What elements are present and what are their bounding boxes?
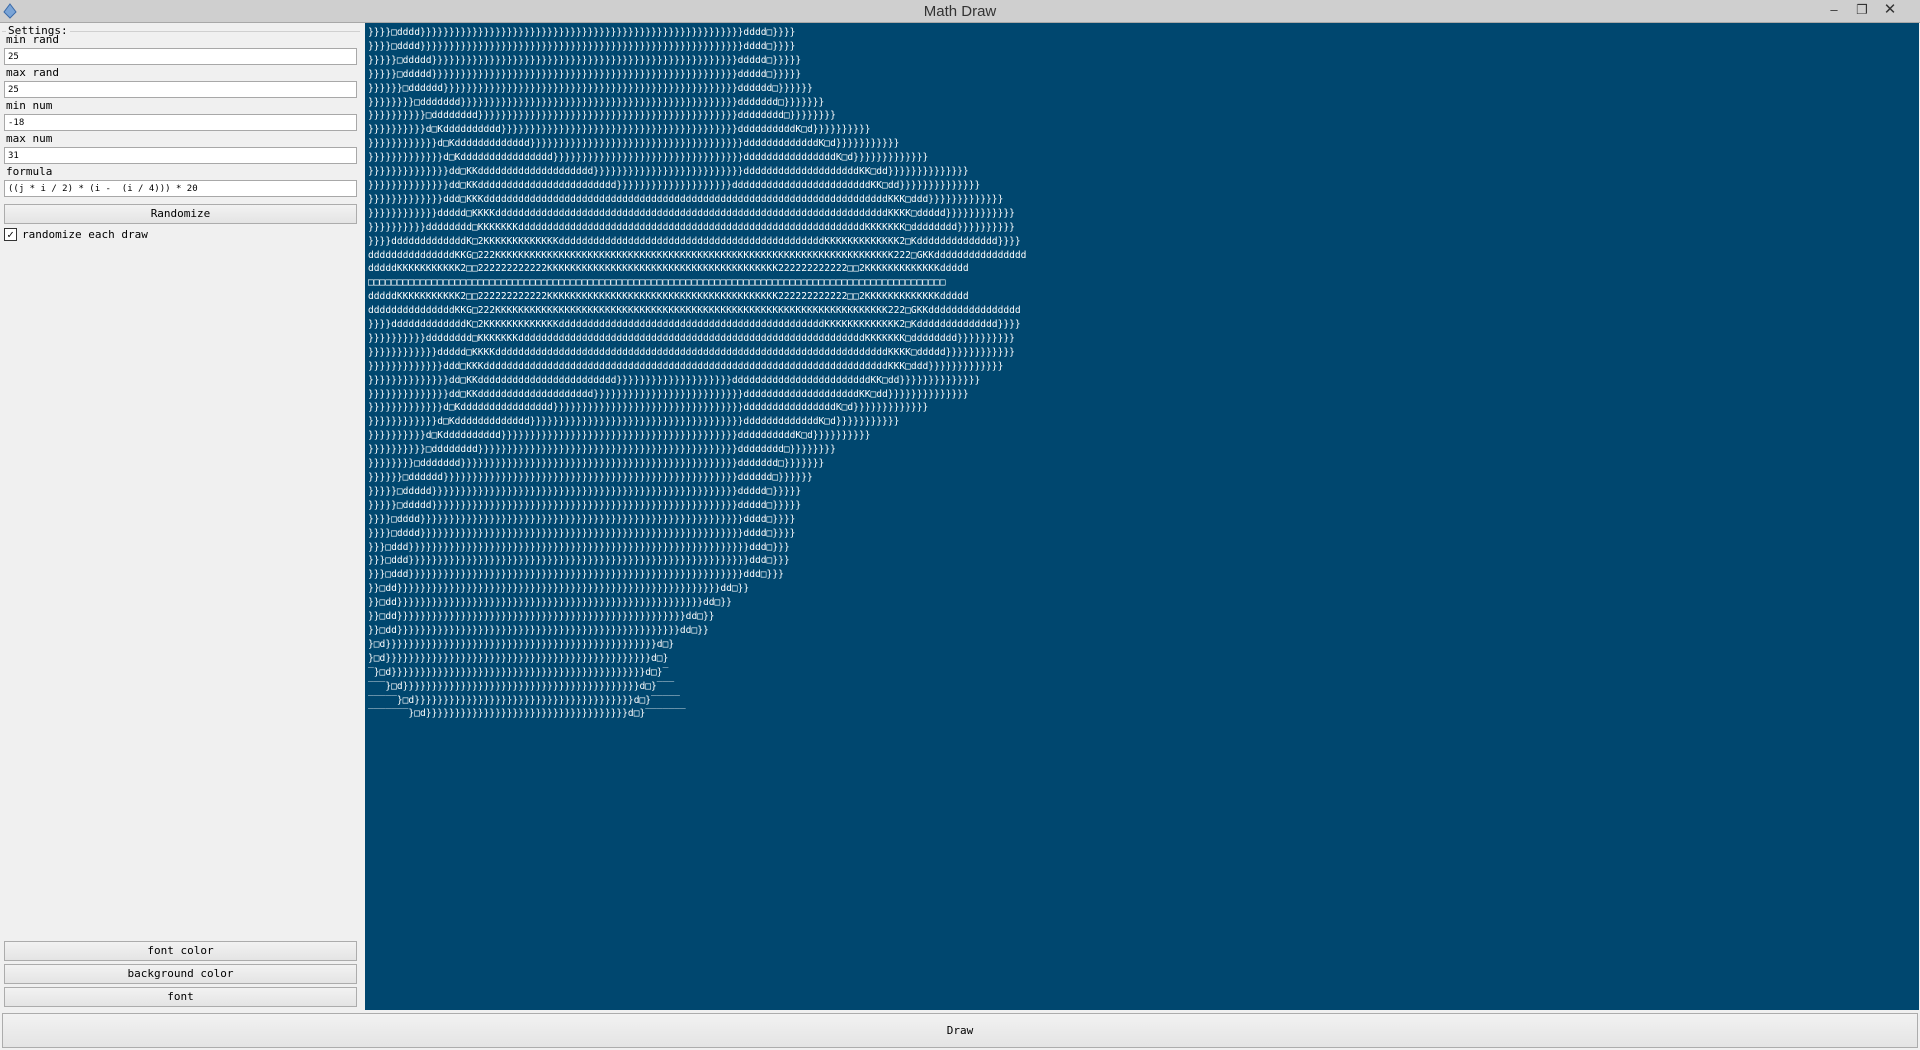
ascii-line: }}}}}}}}}}}}}ddd□KKKdddddddddddddddddddd…	[368, 193, 1004, 205]
ascii-line: }}□dd}}}}}}}}}}}}}}}}}}}}}}}}}}}}}}}}}}}…	[368, 597, 732, 609]
ascii-line: }}}}}}}}}}}}}ddd□KKKdddddddddddddddddddd…	[368, 360, 1004, 372]
randomize-each-draw-checkbox[interactable]: ✓	[4, 228, 17, 241]
ascii-line: ‾‾‾‾‾‾‾}□d}}}}}}}}}}}}}}}}}}}}}}}}}}}}}}…	[368, 708, 686, 720]
ascii-line: }}}}dddddddddddddK□2KKKKKKKKKKKKKddddddd…	[368, 235, 1021, 247]
min-rand-input[interactable]	[4, 48, 357, 65]
ascii-line: }}}□ddd}}}}}}}}}}}}}}}}}}}}}}}}}}}}}}}}}…	[368, 555, 790, 567]
ascii-line: }}}}□dddd}}}}}}}}}}}}}}}}}}}}}}}}}}}}}}}…	[368, 527, 796, 539]
ascii-line: }}}}}}}}}}}}d□Kddddddddddddd}}}}}}}}}}}}…	[368, 138, 900, 150]
ascii-line: }}}}}□ddddd}}}}}}}}}}}}}}}}}}}}}}}}}}}}}…	[368, 68, 802, 80]
ascii-line: }}}}}}}}□ddddddd}}}}}}}}}}}}}}}}}}}}}}}}…	[368, 458, 825, 470]
ascii-line: }}}}}}}}}}dddddddd□KKKKKKKdddddddddddddd…	[368, 332, 1015, 344]
ascii-line: }}}}}}}}}}}}}}dd□KKddddddddddddddddddddd…	[368, 179, 981, 191]
max-num-label: max num	[6, 132, 53, 145]
draw-button[interactable]: Draw	[2, 1013, 1918, 1048]
ascii-line: }}}}□dddd}}}}}}}}}}}}}}}}}}}}}}}}}}}}}}}…	[368, 27, 796, 38]
ascii-line: dddddddddddddddKKG□222KKKKKKKKKKKKKKKKKK…	[368, 249, 1027, 261]
ascii-line: }}}}}□ddddd}}}}}}}}}}}}}}}}}}}}}}}}}}}}}…	[368, 485, 802, 497]
background-color-button[interactable]: background color	[4, 964, 357, 984]
min-num-label: min num	[6, 99, 53, 112]
ascii-line: ‾‾‾‾‾}□d}}}}}}}}}}}}}}}}}}}}}}}}}}}}}}}}…	[368, 694, 680, 706]
ascii-line: }}}}}}}}}}}}}}dd□KKdddddddddddddddddddd}…	[368, 166, 969, 178]
ascii-line: }}}}}}}}}}}}}d□Kdddddddddddddddd}}}}}}}}…	[368, 402, 929, 414]
ascii-line: }}}}}}}}□ddddddd}}}}}}}}}}}}}}}}}}}}}}}}…	[368, 96, 825, 108]
ascii-line: }}}}}}}}}}}}}d□Kdddddddddddddddd}}}}}}}}…	[368, 152, 929, 164]
ascii-line: dddddddddddddddKKG□222KKKKKKKKKKKKKKKKKK…	[368, 305, 1021, 317]
ascii-line: ‾‾‾}□d}}}}}}}}}}}}}}}}}}}}}}}}}}}}}}}}}}…	[368, 680, 675, 692]
ascii-line: }}}}}}}}}}d□Kdddddddddd}}}}}}}}}}}}}}}}}…	[368, 430, 871, 442]
ascii-line: }}}}}}□dddddd}}}}}}}}}}}}}}}}}}}}}}}}}}}…	[368, 472, 813, 483]
ascii-line: }}}}}}}}}}}}}}dd□KKdddddddddddddddddddd}…	[368, 388, 969, 400]
ascii-art-output: }}}}□dddd}}}}}}}}}}}}}}}}}}}}}}}}}}}}}}}…	[368, 26, 1026, 721]
maximize-button[interactable]: ❐	[1848, 0, 1876, 20]
ascii-line: }}}□ddd}}}}}}}}}}}}}}}}}}}}}}}}}}}}}}}}}…	[368, 541, 790, 553]
ascii-line: dddddKKKKKKKKKKK2□□222222222222KKKKKKKKK…	[368, 291, 969, 303]
ascii-line: }}}}}□ddddd}}}}}}}}}}}}}}}}}}}}}}}}}}}}}…	[368, 54, 802, 66]
ascii-line: }}}}dddddddddddddK□2KKKKKKKKKKKKKddddddd…	[368, 319, 1021, 331]
close-button[interactable]: ✕	[1876, 0, 1904, 20]
ascii-line: }}}}}}}}}}}}d□Kddddddddddddd}}}}}}}}}}}}…	[368, 416, 900, 428]
min-num-input[interactable]	[4, 114, 357, 131]
formula-input[interactable]	[4, 180, 357, 197]
min-rand-label: min rand	[6, 33, 59, 46]
font-button[interactable]: font	[4, 987, 357, 1007]
ascii-line: }□d}}}}}}}}}}}}}}}}}}}}}}}}}}}}}}}}}}}}}…	[368, 638, 675, 650]
minimize-button[interactable]: –	[1820, 0, 1848, 20]
ascii-line: }}}}}□ddddd}}}}}}}}}}}}}}}}}}}}}}}}}}}}}…	[368, 499, 802, 511]
title-bar: Math Draw – ❐ ✕	[0, 0, 1920, 23]
ascii-line: }}}}}}}}}}dddddddd□KKKKKKKdddddddddddddd…	[368, 221, 1015, 233]
ascii-line: }}}}}}}}}}□dddddddd}}}}}}}}}}}}}}}}}}}}}…	[368, 110, 836, 122]
ascii-line: }}□dd}}}}}}}}}}}}}}}}}}}}}}}}}}}}}}}}}}}…	[368, 611, 715, 623]
ascii-line: }}}}}}}}}}□dddddddd}}}}}}}}}}}}}}}}}}}}}…	[368, 444, 836, 456]
ascii-line: □□□□□□□□□□□□□□□□□□□□□□□□□□□□□□□□□□□□□□□□…	[368, 277, 946, 289]
ascii-line: }}}□ddd}}}}}}}}}}}}}}}}}}}}}}}}}}}}}}}}}…	[368, 569, 784, 581]
ascii-line: }}}}□dddd}}}}}}}}}}}}}}}}}}}}}}}}}}}}}}}…	[368, 40, 796, 52]
ascii-line: }}}}□dddd}}}}}}}}}}}}}}}}}}}}}}}}}}}}}}}…	[368, 513, 796, 525]
font-color-button[interactable]: font color	[4, 941, 357, 961]
window-title: Math Draw	[923, 3, 997, 20]
max-rand-input[interactable]	[4, 81, 357, 98]
ascii-line: dddddKKKKKKKKKKK2□□222222222222KKKKKKKKK…	[368, 263, 969, 275]
settings-group	[2, 31, 360, 1005]
formula-label: formula	[6, 165, 53, 178]
max-num-input[interactable]	[4, 147, 357, 164]
randomize-each-draw-label: randomize each draw	[22, 228, 148, 241]
ascii-line: }}}}}}}}}}}}ddddd□KKKKdddddddddddddddddd…	[368, 346, 1015, 358]
max-rand-label: max rand	[6, 66, 59, 79]
ascii-line: }}□dd}}}}}}}}}}}}}}}}}}}}}}}}}}}}}}}}}}}…	[368, 583, 750, 595]
drawing-canvas: }}}}□dddd}}}}}}}}}}}}}}}}}}}}}}}}}}}}}}}…	[365, 23, 1919, 1010]
randomize-button[interactable]: Randomize	[4, 204, 357, 224]
ascii-line: }}}}}}□dddddd}}}}}}}}}}}}}}}}}}}}}}}}}}}…	[368, 82, 813, 94]
ascii-line: ‾}□d}}}}}}}}}}}}}}}}}}}}}}}}}}}}}}}}}}}}…	[368, 666, 669, 678]
ascii-line: }□d}}}}}}}}}}}}}}}}}}}}}}}}}}}}}}}}}}}}}…	[368, 652, 669, 664]
ascii-line: }}□dd}}}}}}}}}}}}}}}}}}}}}}}}}}}}}}}}}}}…	[368, 624, 709, 636]
ascii-line: }}}}}}}}}}}}ddddd□KKKKdddddddddddddddddd…	[368, 207, 1015, 219]
settings-panel: Settings: min rand max rand min num max …	[0, 23, 364, 1010]
ascii-line: }}}}}}}}}}}}}}dd□KKddddddddddddddddddddd…	[368, 374, 981, 386]
ascii-line: }}}}}}}}}}d□Kdddddddddd}}}}}}}}}}}}}}}}}…	[368, 124, 871, 136]
draw-bar: Draw	[0, 1012, 1920, 1050]
